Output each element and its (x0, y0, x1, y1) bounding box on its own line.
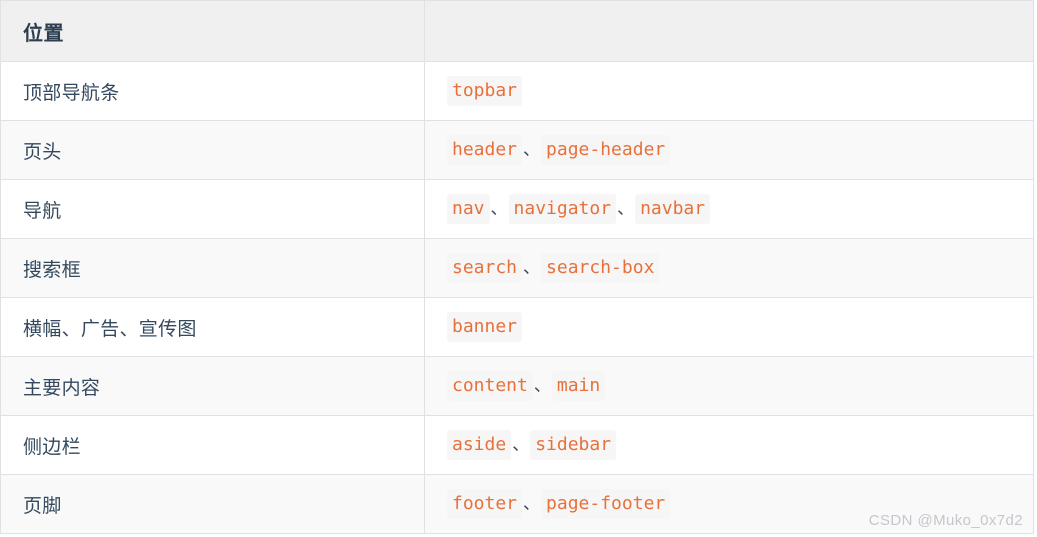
table-row: 顶部导航条 topbar (0, 61, 1034, 121)
class-name-token: footer (447, 489, 523, 519)
column-header-location: 位置 (0, 0, 425, 62)
location-cell: 侧边栏 (0, 415, 425, 475)
class-name-token: sidebar (530, 430, 617, 460)
location-cell: 顶部导航条 (0, 61, 425, 121)
location-cell: 横幅、广告、宣传图 (0, 297, 425, 357)
class-name-token: page-footer (541, 489, 671, 519)
table-row: 侧边栏 aside、 sidebar (0, 415, 1034, 475)
location-cell: 主要内容 (0, 356, 425, 416)
semantic-naming-table: 位置 顶部导航条 topbar 页头 header、 page-header 导航 nav、… (0, 0, 1034, 534)
location-cell: 导航 (0, 179, 425, 239)
name-separator: 、 (490, 199, 508, 220)
class-name-token: page-header (541, 135, 671, 165)
table-header: 位置 (0, 0, 1034, 62)
table-row: 搜索框 search、 search-box (0, 238, 1034, 298)
names-cell: header、 page-header (424, 120, 1034, 180)
class-name-token: navigator (508, 194, 617, 224)
column-header-names (424, 0, 1034, 62)
names-cell: aside、 sidebar (424, 415, 1034, 475)
table-row: 页头 header、 page-header (0, 120, 1034, 180)
name-separator: 、 (523, 494, 541, 515)
name-separator: 、 (523, 140, 541, 161)
class-name-token: search-box (541, 253, 660, 283)
table-row: 主要内容 content、 main (0, 356, 1034, 416)
class-name-token: topbar (447, 76, 523, 106)
class-name-token: search (447, 253, 523, 283)
class-name-token: main (551, 371, 606, 401)
class-name-token: aside (447, 430, 512, 460)
page-root: 位置 顶部导航条 topbar 页头 header、 page-header 导航 nav、… (0, 0, 1037, 537)
name-separator: 、 (533, 376, 551, 397)
table-row: 页脚 footer、 page-footer (0, 474, 1034, 534)
name-separator: 、 (512, 435, 530, 456)
location-cell: 搜索框 (0, 238, 425, 298)
names-cell: footer、 page-footer (424, 474, 1034, 534)
class-name-token: nav (447, 194, 490, 224)
table-row: 横幅、广告、宣传图 banner (0, 297, 1034, 357)
location-cell: 页脚 (0, 474, 425, 534)
location-cell: 页头 (0, 120, 425, 180)
names-cell: topbar (424, 61, 1034, 121)
class-name-token: header (447, 135, 523, 165)
name-separator: 、 (617, 199, 635, 220)
name-separator: 、 (523, 258, 541, 279)
names-cell: search、 search-box (424, 238, 1034, 298)
class-name-token: content (447, 371, 533, 401)
class-name-token: navbar (635, 194, 711, 224)
table-header-row: 位置 (0, 0, 1034, 62)
class-name-token: banner (447, 312, 523, 342)
table-body: 顶部导航条 topbar 页头 header、 page-header 导航 nav、 nav… (0, 61, 1034, 534)
table-row: 导航 nav、 navigator、 navbar (0, 179, 1034, 239)
names-cell: content、 main (424, 356, 1034, 416)
names-cell: nav、 navigator、 navbar (424, 179, 1034, 239)
names-cell: banner (424, 297, 1034, 357)
